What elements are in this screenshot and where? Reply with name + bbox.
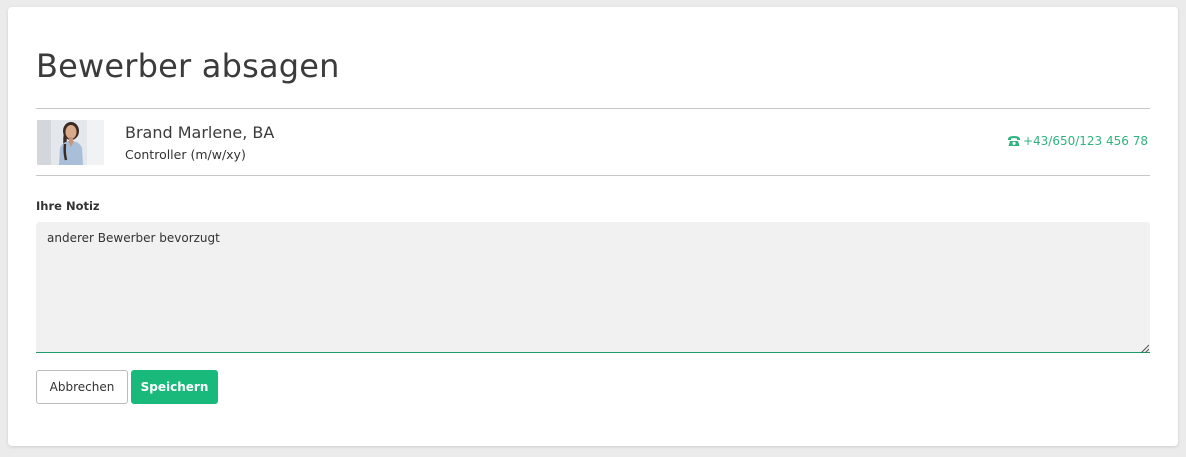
candidate-phone-link[interactable]: +43/650/123 456 78 [1007,134,1148,148]
candidate-avatar-image [37,120,104,165]
candidate-phone-number: +43/650/123 456 78 [1022,134,1148,148]
candidate-avatar [37,120,104,165]
candidate-name: Brand Marlene, BA [125,123,275,142]
note-textarea[interactable]: anderer Bewerber bevorzugt [36,222,1150,353]
save-button[interactable]: Speichern [131,370,218,404]
phone-icon [1007,135,1021,147]
candidate-position: Controller (m/w/xy) [125,147,246,162]
reject-applicant-dialog: Bewerber absagen Brand Marlene, BA Contr… [8,7,1178,446]
divider-bottom [36,175,1150,176]
resize-handle-icon[interactable] [1140,344,1149,353]
divider-top [36,108,1150,109]
cancel-button[interactable]: Abbrechen [36,370,128,404]
note-label: Ihre Notiz [36,199,100,213]
dialog-title: Bewerber absagen [36,47,340,85]
